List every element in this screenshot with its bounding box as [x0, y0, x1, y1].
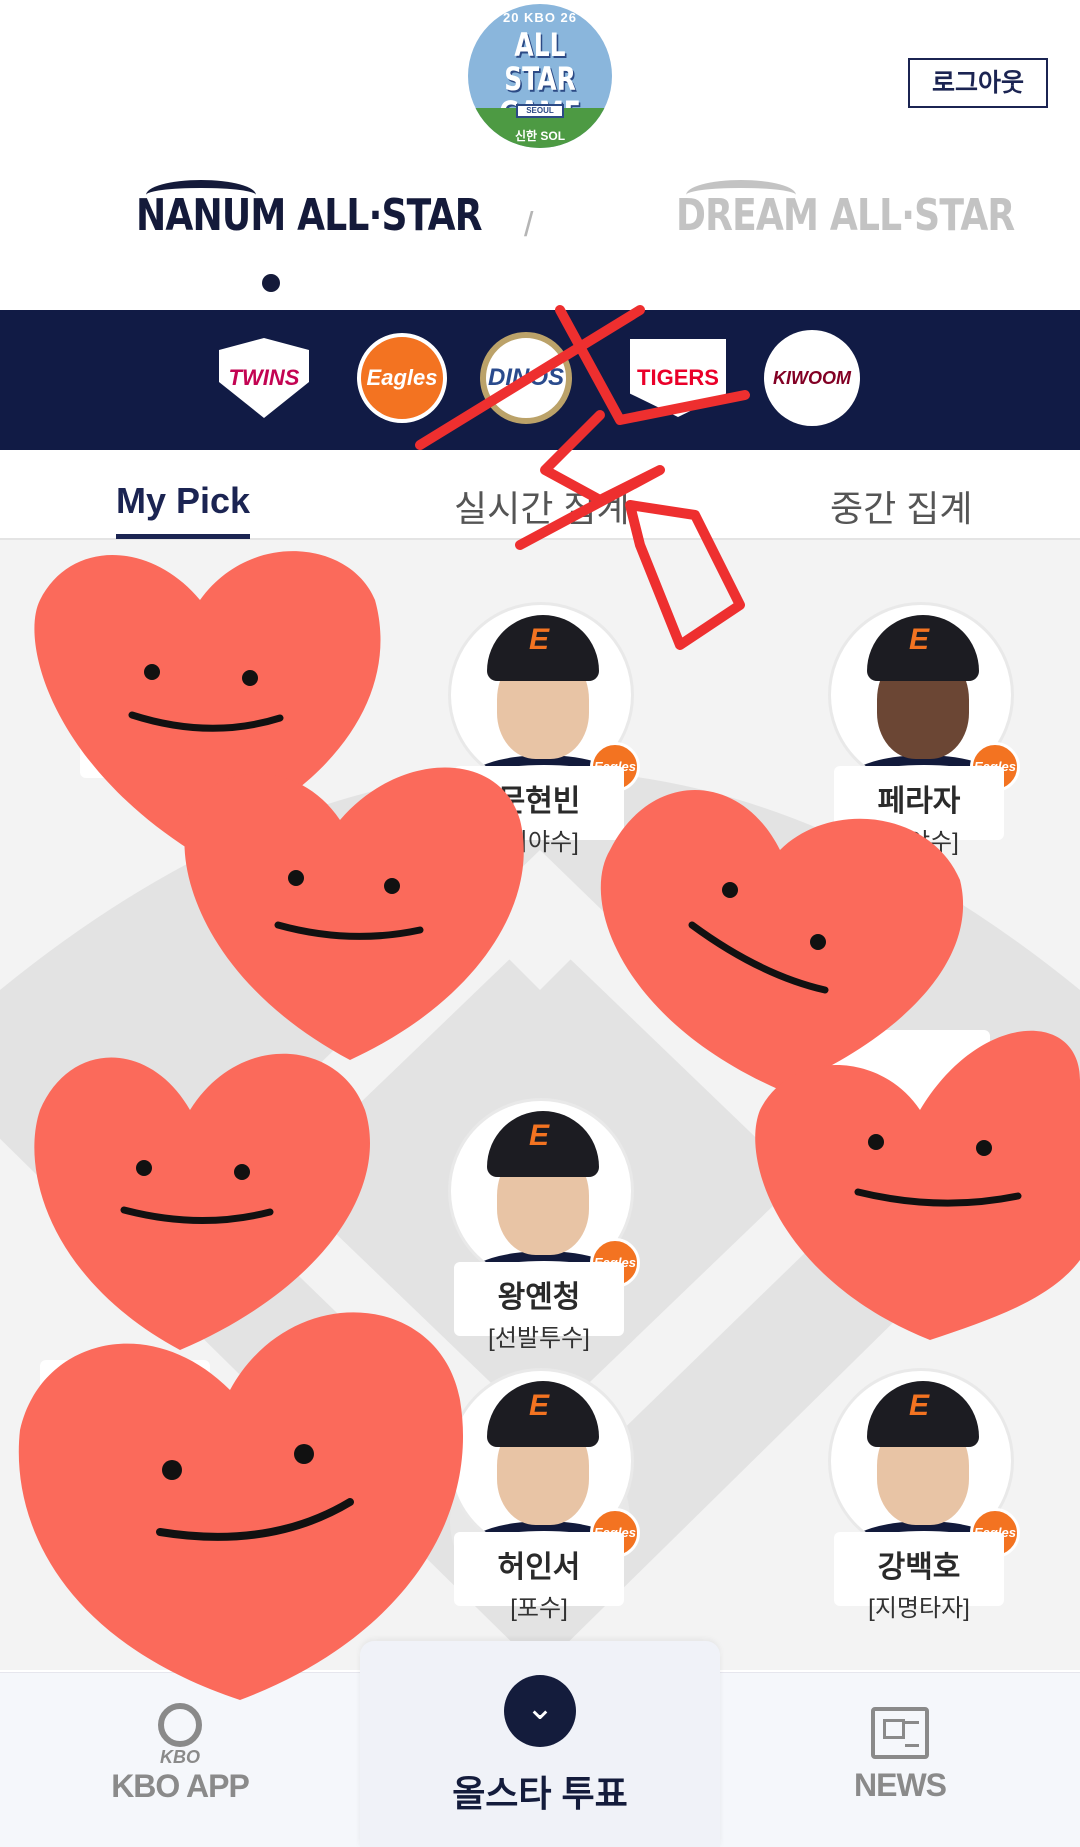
logout-button[interactable]: 로그아웃: [908, 58, 1048, 108]
kia-tigers-logo-icon: TIGERS: [630, 339, 726, 417]
player-info: 페라자 [외야수]: [834, 766, 1004, 856]
team-tigers[interactable]: TIGERS: [630, 336, 726, 420]
nav-news[interactable]: NEWS: [780, 1673, 1020, 1847]
player-name: 허인서: [497, 1551, 581, 1584]
tab-realtime-count[interactable]: 실시간 집계: [454, 480, 630, 532]
nc-dinos-logo-icon: DINOS: [480, 332, 572, 424]
selected-indicator-dot: [262, 274, 280, 292]
logo-sponsor-text: 신한 SOL: [514, 129, 566, 143]
nav-news-label: NEWS: [854, 1767, 947, 1803]
player-position: [포수]: [510, 1595, 568, 1622]
player-name: 강백호: [877, 1551, 961, 1584]
player-position: [외야수]: [499, 829, 579, 856]
player-info: 문현빈 [외야수]: [454, 766, 624, 856]
cap-logo-icon: E: [529, 1119, 550, 1152]
dream-allstar-label: DREAM ALL·STAR: [676, 190, 1015, 241]
allstar-separator: /: [524, 206, 534, 244]
team-eagles-label: Eagles: [366, 365, 438, 390]
view-tabs: My Pick 실시간 집계 중간 집계: [0, 450, 1080, 540]
kbo-mini-label: KBO: [160, 1747, 200, 1767]
hidden-player-card[interactable]: [40, 1360, 210, 1460]
player-name: 페라자: [877, 785, 961, 818]
hidden-player-card[interactable]: [820, 1030, 990, 1150]
player-position: [지명타자]: [868, 1595, 970, 1622]
player-info: 왕옌청 [선발투수]: [454, 1262, 624, 1352]
cap-logo-icon: E: [909, 623, 930, 656]
team-dinos-label: DINOS: [487, 364, 564, 391]
kiwoom-heroes-logo-icon: KIWOOM: [764, 330, 860, 426]
nav-allstar-vote[interactable]: ⌄ 올스타 투표: [360, 1641, 720, 1847]
app-root: 20 KBO 26 ALL STAR GAME SEOUL 신한 SOL 로그아…: [0, 0, 1080, 1847]
tab-interim-count[interactable]: 중간 집계: [830, 480, 972, 532]
nanum-allstar-tab[interactable]: NANUM ALL·STAR: [136, 180, 558, 280]
logo-year-text: 20 KBO 26: [502, 10, 578, 25]
baseball-field: E Eagles 문현빈 [외야수] E Eagles 페라자 [외야수]: [0, 540, 1080, 1670]
dream-allstar-tab[interactable]: DREAM ALL·STAR: [676, 180, 1080, 280]
team-eagles[interactable]: Eagles: [354, 333, 450, 423]
player-name: 왕옌청: [497, 1281, 581, 1314]
player-name: 문현빈: [497, 785, 581, 818]
lg-twins-logo-icon: TWINS: [219, 338, 309, 418]
cap-logo-icon: E: [529, 623, 550, 656]
cap-logo-icon: E: [529, 1389, 550, 1422]
team-twins[interactable]: TWINS: [216, 336, 312, 420]
newspaper-icon: [871, 1707, 929, 1759]
nav-kbo-app[interactable]: KBO KBO APP: [60, 1673, 300, 1847]
team-dinos[interactable]: DINOS: [478, 332, 574, 424]
hidden-player-card[interactable]: [80, 678, 250, 778]
bottom-nav: KBO KBO APP ⌄ 올스타 투표 NEWS: [0, 1641, 1080, 1847]
logo-stand-text: SEOUL: [516, 104, 564, 118]
allstar-game-logo: 20 KBO 26 ALL STAR GAME SEOUL 신한 SOL: [468, 4, 612, 148]
kbo-logo-icon: [158, 1703, 202, 1747]
hanwha-eagles-logo-icon: Eagles: [357, 333, 447, 423]
cap-logo-icon: E: [909, 1389, 930, 1422]
team-twins-label: TWINS: [228, 365, 300, 390]
tab-my-pick[interactable]: My Pick: [116, 480, 251, 539]
nav-allstar-vote-label: 올스타 투표: [452, 1773, 628, 1814]
team-tigers-label: TIGERS: [637, 365, 719, 390]
team-kiwoom[interactable]: KIWOOM: [764, 330, 860, 426]
player-info: 허인서 [포수]: [454, 1532, 624, 1622]
team-kiwoom-label: KIWOOM: [773, 367, 851, 388]
player-position: [외야수]: [879, 829, 959, 856]
nanum-allstar-label: NANUM ALL·STAR: [136, 190, 483, 241]
nav-kbo-app-label: KBO APP: [111, 1768, 250, 1804]
team-filter-bar: TWINS Eagles DINOS TIGERS KIWOOM: [0, 310, 1080, 450]
chevron-down-icon: ⌄: [504, 1675, 576, 1747]
player-info: 강백호 [지명타자]: [834, 1532, 1004, 1622]
player-position: [선발투수]: [488, 1325, 590, 1352]
